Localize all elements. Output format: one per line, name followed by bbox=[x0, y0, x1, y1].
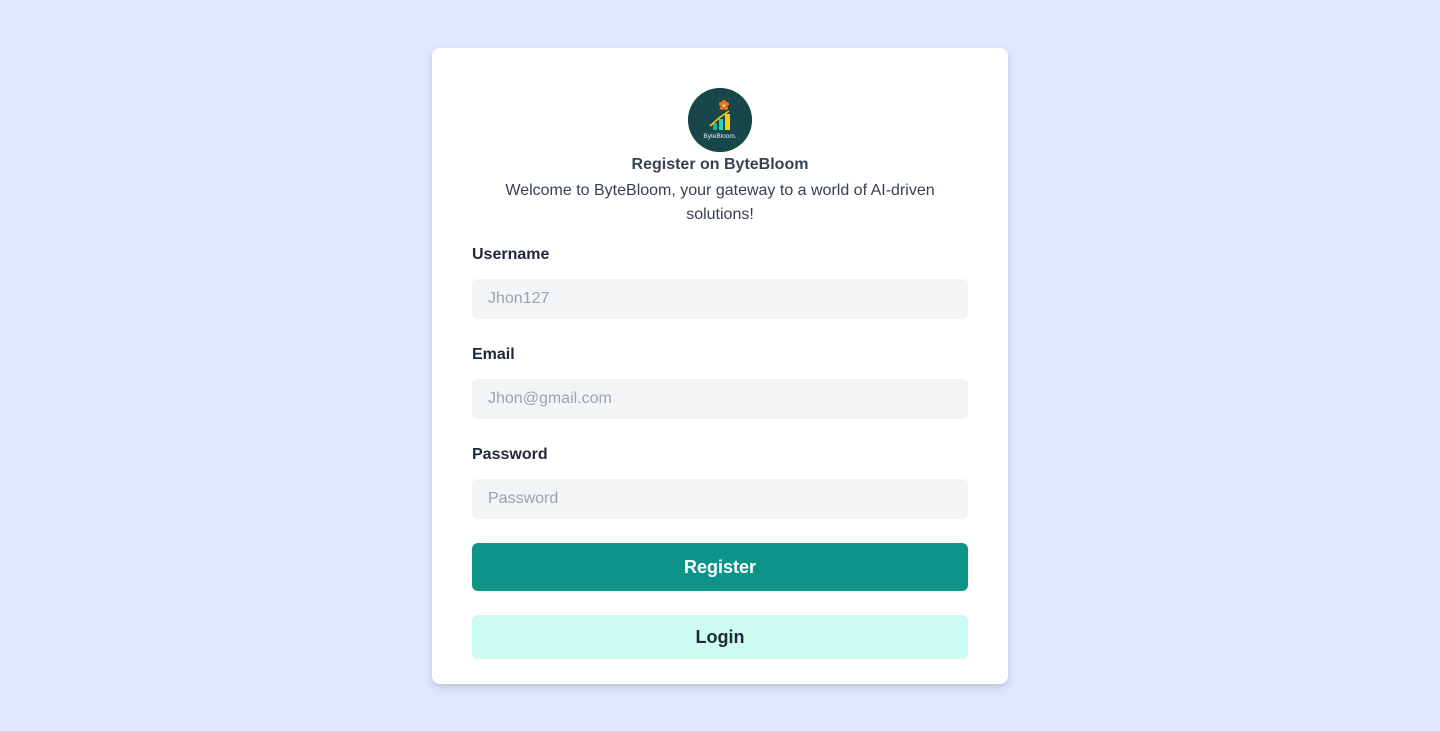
page-subtitle: Welcome to ByteBloom, your gateway to a … bbox=[505, 182, 935, 223]
logo-container: ByteBloom. bbox=[472, 88, 968, 152]
page-title: Register on ByteBloom bbox=[631, 156, 809, 173]
password-input[interactable] bbox=[472, 479, 968, 519]
username-input[interactable] bbox=[472, 279, 968, 319]
register-card: ByteBloom. Register on ByteBloom Welcome… bbox=[432, 48, 1008, 684]
logo-wordmark: ByteBloom. bbox=[703, 133, 736, 140]
register-form: Username Email Password Register Login bbox=[472, 243, 968, 659]
password-label: Password bbox=[472, 446, 548, 463]
password-field-group: Password bbox=[472, 443, 968, 519]
register-button[interactable]: Register bbox=[472, 543, 968, 591]
username-field-group: Username bbox=[472, 243, 968, 319]
login-button[interactable]: Login bbox=[472, 615, 968, 659]
email-label: Email bbox=[472, 346, 515, 363]
username-label: Username bbox=[472, 246, 550, 263]
email-input[interactable] bbox=[472, 379, 968, 419]
email-field-group: Email bbox=[472, 343, 968, 419]
byte-bloom-logo-icon: ByteBloom. bbox=[688, 88, 752, 152]
